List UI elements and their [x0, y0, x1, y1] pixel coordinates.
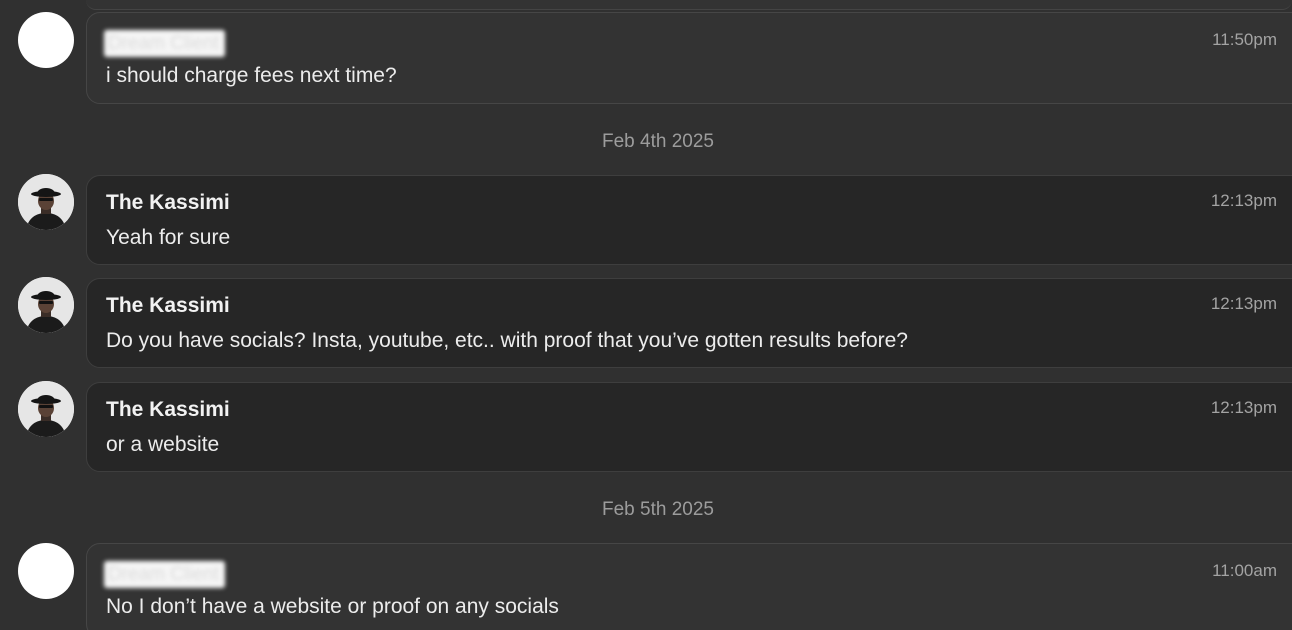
message-bubble[interactable]: The Kassimi or a website 12:13pm	[86, 382, 1292, 472]
message-text: No I don’t have a website or proof on an…	[106, 595, 559, 618]
message-timestamp: 12:13pm	[1210, 191, 1277, 210]
date-divider: Feb 5th 2025	[602, 499, 714, 520]
message-timestamp: 11:00am	[1212, 561, 1277, 580]
blank-avatar[interactable]	[18, 12, 74, 68]
date-divider: Feb 4th 2025	[602, 131, 714, 152]
sender-name[interactable]: The Kassimi	[106, 191, 230, 215]
message-bubble[interactable]: The Kassimi Do you have socials? Insta, …	[86, 278, 1292, 368]
redacted-sender-name: Dream Client	[104, 561, 225, 588]
redacted-sender-name: Dream Client	[104, 30, 225, 57]
message-text: Do you have socials? Insta, youtube, etc…	[106, 329, 908, 352]
person-hat-avatar[interactable]	[18, 381, 74, 437]
message-bubble[interactable]: The Kassimi Yeah for sure 12:13pm	[86, 175, 1292, 265]
message-bubble[interactable]: Dream Client i should charge fees next t…	[86, 12, 1292, 104]
message-timestamp: 11:50pm	[1212, 30, 1277, 49]
chat-thread: Dream Client i should charge fees next t…	[0, 0, 1292, 630]
message-text: Yeah for sure	[106, 226, 231, 249]
message-text: or a website	[106, 433, 220, 456]
person-hat-avatar[interactable]	[18, 277, 74, 333]
previous-message-edge	[86, 0, 1292, 10]
message-bubble[interactable]: Dream Client No I don’t have a website o…	[86, 543, 1292, 630]
message-text: i should charge fees next time?	[106, 64, 397, 87]
message-timestamp: 12:13pm	[1210, 294, 1277, 313]
sender-name[interactable]: The Kassimi	[106, 398, 230, 422]
person-hat-avatar[interactable]	[18, 174, 74, 230]
blank-avatar[interactable]	[18, 543, 74, 599]
sender-name[interactable]: The Kassimi	[106, 294, 230, 318]
message-timestamp: 12:13pm	[1210, 398, 1277, 417]
